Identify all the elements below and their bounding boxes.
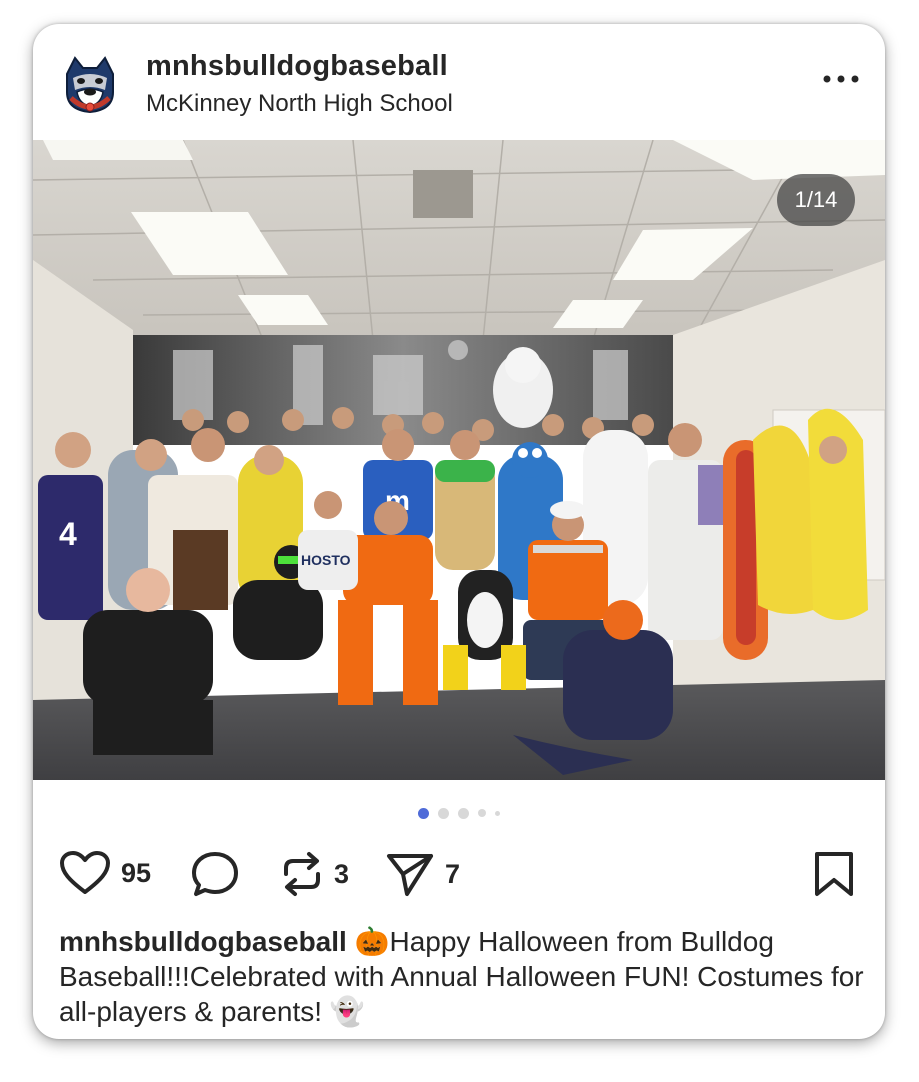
repost-button[interactable]: 3 xyxy=(280,850,349,898)
carousel-dot xyxy=(495,810,500,816)
share-count: 7 xyxy=(445,858,461,889)
action-bar: 95 3 7 xyxy=(33,844,885,904)
more-horizontal-icon xyxy=(823,75,859,83)
comment-bubble-icon xyxy=(192,852,238,896)
share-button[interactable]: 7 xyxy=(385,850,460,898)
repost-count: 3 xyxy=(334,858,350,889)
post-image[interactable]: 4 m HOSTO xyxy=(33,140,885,780)
heart-icon xyxy=(60,851,110,894)
post-header: mnhsbulldogbaseball McKinney North High … xyxy=(33,24,885,140)
halloween-team-photo: 4 m HOSTO xyxy=(33,140,885,780)
like-count: 95 xyxy=(121,857,152,888)
carousel-dot xyxy=(458,807,469,819)
post-location[interactable]: McKinney North High School xyxy=(146,90,453,118)
save-button[interactable] xyxy=(813,850,855,898)
carousel-indicator xyxy=(33,806,885,820)
comment-button[interactable] xyxy=(190,850,240,898)
like-button[interactable]: 95 xyxy=(59,850,151,896)
carousel-dot xyxy=(418,807,429,819)
pumpkin-emoji-icon: 🎃 xyxy=(354,926,390,957)
post-card: mnhsbulldogbaseball McKinney North High … xyxy=(33,24,885,1039)
post-caption: mnhsbulldogbaseball 🎃Happy Halloween fro… xyxy=(59,924,869,1029)
bulldog-logo-icon xyxy=(56,49,124,117)
carousel-dot xyxy=(438,807,449,819)
carousel-dot xyxy=(478,809,486,817)
bookmark-icon xyxy=(815,852,853,896)
post-username[interactable]: mnhsbulldogbaseball xyxy=(146,50,448,83)
image-counter: 1/14 xyxy=(777,174,855,226)
more-options-button[interactable] xyxy=(819,64,863,94)
send-icon xyxy=(387,854,433,896)
svg-text:4: 4 xyxy=(59,516,77,552)
avatar[interactable] xyxy=(55,48,125,118)
repost-icon xyxy=(284,852,320,896)
svg-text:HOSTO: HOSTO xyxy=(301,552,351,568)
caption-username[interactable]: mnhsbulldogbaseball xyxy=(59,926,347,957)
ghost-emoji-icon: 👻 xyxy=(329,996,365,1027)
